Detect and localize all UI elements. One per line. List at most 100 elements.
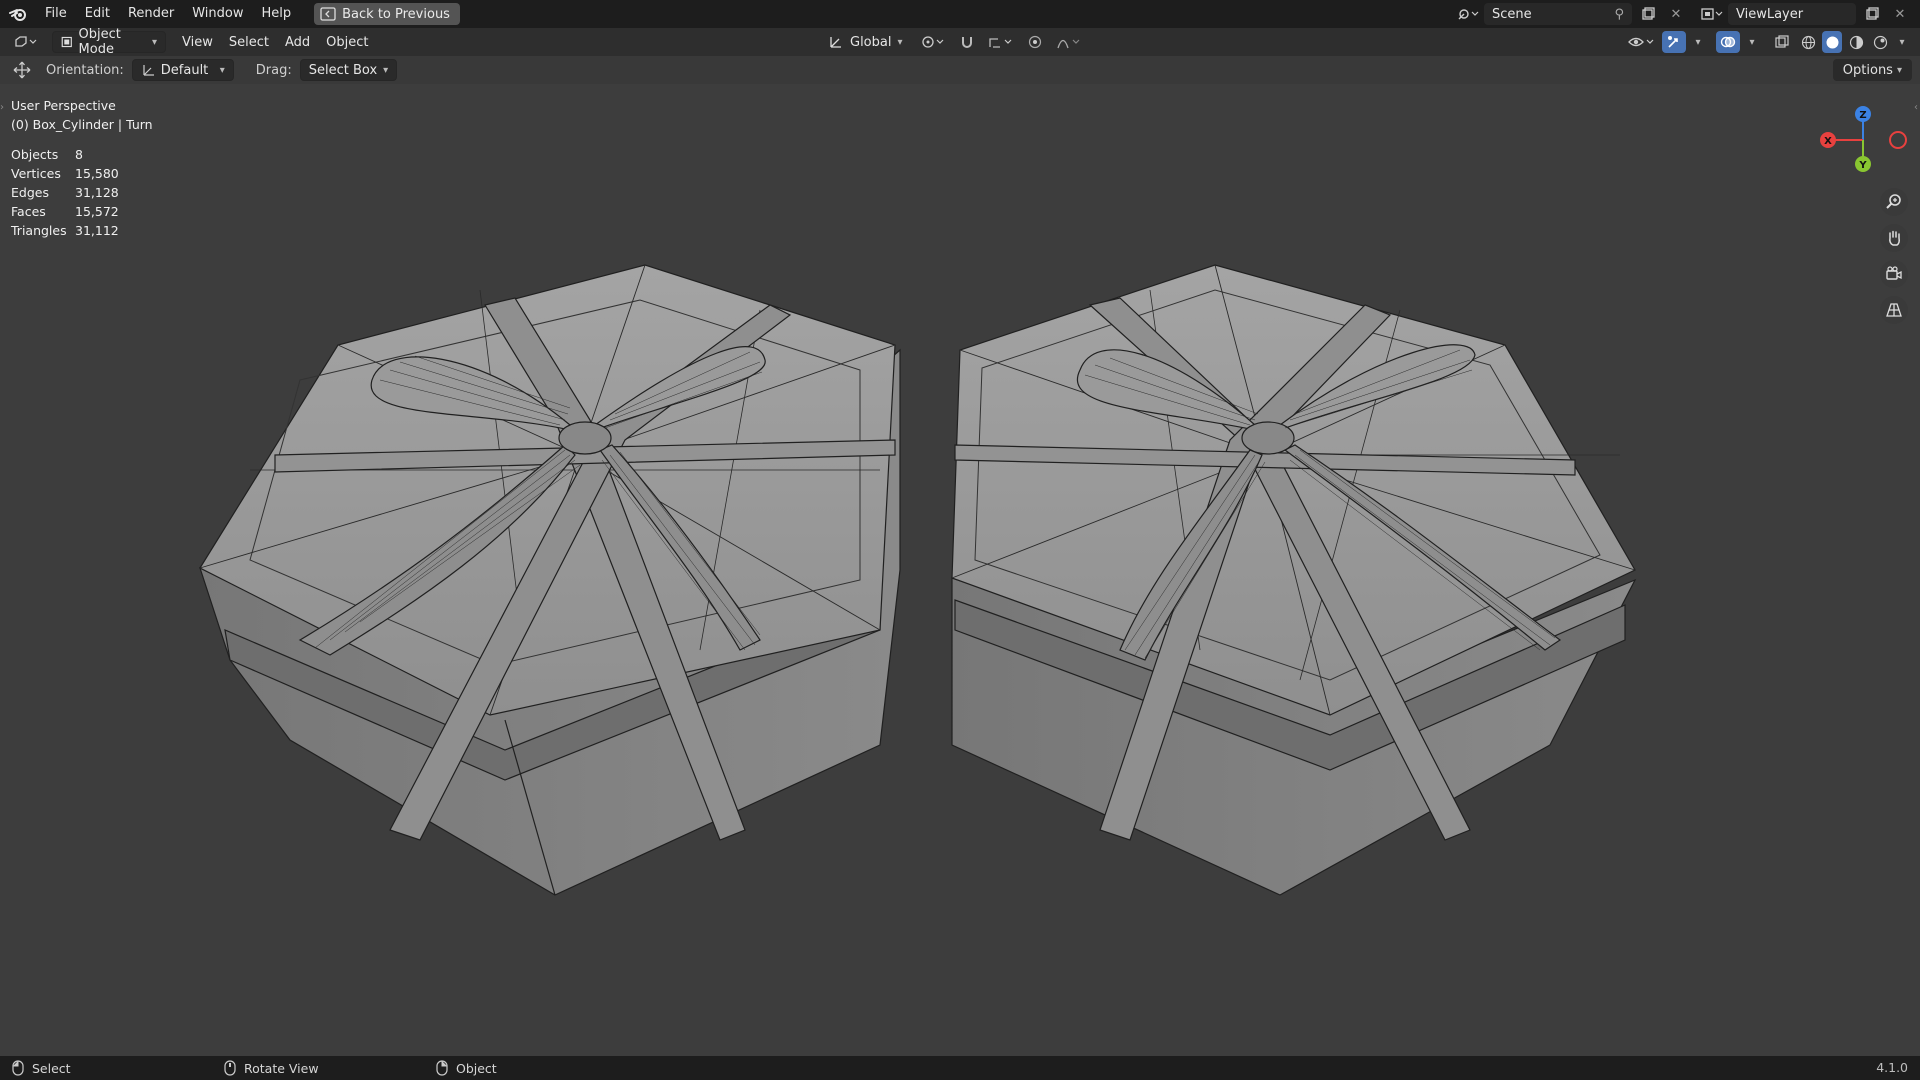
object-mode-icon bbox=[61, 36, 72, 48]
stat-row: Triangles 31,112 bbox=[11, 221, 119, 240]
pan-hand-icon[interactable] bbox=[1880, 224, 1908, 252]
viewport-canvas[interactable] bbox=[0, 84, 1920, 1056]
pivot-point-icon[interactable] bbox=[917, 31, 949, 53]
falloff-icon[interactable] bbox=[1053, 31, 1085, 53]
gift-box-left[interactable] bbox=[198, 264, 901, 896]
options-label: Options bbox=[1842, 62, 1893, 78]
chevron-down-icon[interactable]: ▾ bbox=[1894, 31, 1910, 53]
transform-orientation-dropdown[interactable]: Global ▾ bbox=[820, 31, 911, 53]
visibility-icon[interactable] bbox=[1626, 31, 1658, 53]
move-tool-icon[interactable] bbox=[12, 60, 32, 80]
menu-render[interactable]: Render bbox=[119, 0, 183, 28]
material-preview-icon[interactable] bbox=[1846, 31, 1866, 53]
navigation-gizmo[interactable]: Z X Y bbox=[1810, 100, 1920, 180]
mouse-middle-icon bbox=[224, 1060, 236, 1076]
stat-row: Faces 15,572 bbox=[11, 202, 119, 221]
version-label: 4.1.0 bbox=[1876, 1060, 1908, 1075]
wireframe-shading-icon[interactable] bbox=[1798, 31, 1818, 53]
stat-label: Objects bbox=[11, 147, 59, 162]
chevron-down-icon: ▾ bbox=[897, 36, 903, 48]
blender-logo-icon[interactable] bbox=[0, 0, 36, 28]
stat-label: Vertices bbox=[11, 166, 61, 181]
screen-back-icon bbox=[320, 7, 336, 21]
menu-select[interactable]: Select bbox=[221, 35, 277, 50]
gizmo-toggle-icon[interactable] bbox=[1662, 31, 1686, 53]
orientation-value: Default bbox=[160, 62, 209, 78]
chevron-down-icon: ▾ bbox=[151, 36, 157, 48]
editor-type-icon[interactable] bbox=[8, 31, 44, 53]
viewport-info: User Perspective (0) Box_Cylinder | Turn bbox=[11, 96, 153, 134]
menu-help[interactable]: Help bbox=[253, 0, 301, 28]
tool-settings-header: Orientation: Default ▾ Drag: Select Box … bbox=[0, 56, 1920, 84]
options-dropdown[interactable]: Options ▾ bbox=[1832, 59, 1912, 81]
stat-label: Edges bbox=[11, 185, 49, 200]
drag-dropdown[interactable]: Select Box ▾ bbox=[299, 59, 398, 81]
proportional-editing-icon[interactable] bbox=[1023, 31, 1047, 53]
scene-browse-icon[interactable] bbox=[1456, 3, 1480, 25]
drag-label: Drag: bbox=[255, 62, 292, 78]
solid-shading-icon[interactable] bbox=[1822, 31, 1842, 53]
snap-toggle-icon[interactable] bbox=[955, 31, 979, 53]
stat-value: 31,112 bbox=[75, 223, 119, 238]
stat-value: 15,580 bbox=[75, 166, 119, 181]
scene-field[interactable]: Scene ⚲ bbox=[1484, 3, 1632, 25]
mode-dropdown[interactable]: Object Mode ▾ bbox=[52, 27, 166, 57]
perspective-toggle-icon[interactable] bbox=[1880, 296, 1908, 324]
top-menu-bar: File Edit Render Window Help Back to Pre… bbox=[0, 0, 1920, 28]
status-select-label: Select bbox=[32, 1060, 71, 1076]
gizmo-z-label: Z bbox=[1859, 110, 1866, 121]
chevron-down-icon: ▾ bbox=[1896, 64, 1902, 76]
stat-row: Edges 31,128 bbox=[11, 183, 119, 202]
menu-edit[interactable]: Edit bbox=[76, 0, 119, 28]
menu-add[interactable]: Add bbox=[277, 35, 318, 50]
new-scene-icon[interactable] bbox=[1636, 3, 1660, 25]
orientation-label: Orientation: bbox=[46, 62, 124, 78]
global-axis-icon bbox=[830, 37, 841, 48]
orientation-axis-icon bbox=[143, 65, 154, 76]
xray-toggle-icon[interactable] bbox=[1770, 31, 1794, 53]
viewport-header: Object Mode ▾ View Select Add Object Glo… bbox=[0, 27, 1920, 57]
overlays-toggle-icon[interactable] bbox=[1716, 31, 1740, 53]
menu-window[interactable]: Window bbox=[183, 0, 252, 28]
status-bar: Select Rotate View Object 4.1.0 bbox=[0, 1056, 1920, 1080]
stat-value: 15,572 bbox=[75, 204, 119, 219]
chevron-down-icon[interactable]: ▾ bbox=[1690, 31, 1706, 53]
gizmo-y-label: Y bbox=[1858, 160, 1867, 171]
delete-viewlayer-icon[interactable]: ✕ bbox=[1888, 3, 1912, 25]
pin-icon[interactable]: ⚲ bbox=[1614, 7, 1624, 22]
active-object-label: (0) Box_Cylinder | Turn bbox=[11, 117, 153, 132]
drag-value: Select Box bbox=[308, 62, 378, 78]
stat-label: Triangles bbox=[11, 223, 67, 238]
gift-box-right[interactable] bbox=[951, 264, 1637, 896]
back-to-previous-button[interactable]: Back to Previous bbox=[314, 3, 460, 25]
viewlayer-field[interactable]: ViewLayer bbox=[1728, 3, 1856, 25]
chevron-down-icon[interactable]: ▾ bbox=[1744, 31, 1760, 53]
delete-scene-icon[interactable]: ✕ bbox=[1664, 3, 1688, 25]
back-to-previous-label: Back to Previous bbox=[342, 6, 450, 22]
chevron-down-icon: ▾ bbox=[219, 64, 225, 76]
viewlayer-name: ViewLayer bbox=[1736, 6, 1804, 22]
scene-name: Scene bbox=[1492, 6, 1532, 22]
orientation-dropdown[interactable]: Default ▾ bbox=[131, 59, 234, 81]
snap-target-icon[interactable] bbox=[985, 31, 1017, 53]
status-rotate: Rotate View bbox=[224, 1060, 319, 1076]
chevron-down-icon: ▾ bbox=[383, 64, 389, 76]
toolbar-expand-arrow[interactable]: › bbox=[0, 102, 4, 113]
gizmo-x-label: X bbox=[1824, 136, 1832, 147]
camera-view-icon[interactable] bbox=[1880, 260, 1908, 288]
stat-row: Vertices 15,580 bbox=[11, 164, 119, 183]
status-object-label: Object bbox=[456, 1060, 497, 1076]
menu-object[interactable]: Object bbox=[318, 35, 376, 50]
mode-label: Object Mode bbox=[78, 27, 121, 57]
stat-row: Objects 8 bbox=[11, 145, 119, 164]
new-viewlayer-icon[interactable] bbox=[1860, 3, 1884, 25]
menu-file[interactable]: File bbox=[36, 0, 76, 28]
viewlayer-browse-icon[interactable] bbox=[1700, 3, 1724, 25]
sidebar-expand-arrow[interactable]: ‹ bbox=[1914, 102, 1918, 113]
zoom-icon[interactable] bbox=[1880, 188, 1908, 216]
scene-statistics: Objects 8 Vertices 15,580 Edges 31,128 Face… bbox=[11, 145, 119, 240]
status-object: Object bbox=[436, 1060, 497, 1076]
menu-view[interactable]: View bbox=[174, 35, 221, 50]
rendered-shading-icon[interactable] bbox=[1870, 31, 1890, 53]
gizmo-neg-x-axis[interactable] bbox=[1889, 131, 1907, 149]
